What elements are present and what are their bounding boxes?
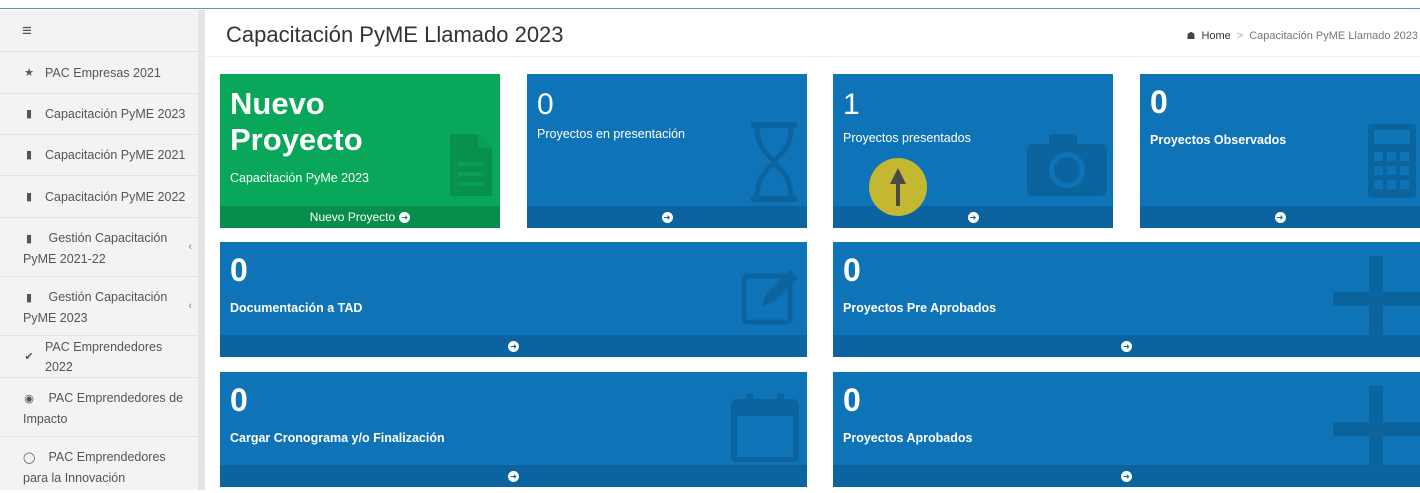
box-count: 0 bbox=[537, 88, 554, 121]
hourglass-icon bbox=[751, 122, 797, 202]
book-icon: ▮ bbox=[25, 149, 33, 161]
new-project-footer-link[interactable]: Nuevo Proyecto ➜ bbox=[220, 206, 500, 228]
sidebar-item-emprendedores-innovacion[interactable]: ◯ PAC Emprendedores para la Innovación bbox=[0, 437, 204, 493]
sidebar: ≡ ★ PAC Empresas 2021 ▮ Capacitación PyM… bbox=[0, 10, 205, 490]
sidebar-item-label: Capacitación PyME 2022 bbox=[45, 189, 186, 204]
chevron-left-icon: ‹ bbox=[188, 241, 192, 253]
book-icon: ▮ bbox=[25, 190, 33, 203]
box-label: Proyectos presentados bbox=[843, 131, 971, 145]
arrow-circle-right-icon: ➜ bbox=[967, 211, 979, 223]
breadcrumb-current: Capacitación PyME Llamado 2023 bbox=[1249, 30, 1418, 42]
arrow-circle-right-icon: ➜ bbox=[399, 211, 411, 223]
box-count: 0 bbox=[230, 382, 248, 418]
top-border bbox=[0, 0, 1420, 9]
projects-approved-box[interactable]: 0 Proyectos Aprobados ➜ bbox=[833, 372, 1420, 487]
sidebar-item-label: PAC Emprendedores 2022 bbox=[45, 339, 163, 374]
schedule-upload-box[interactable]: 0 Cargar Cronograma y/o Finalización ➜ bbox=[220, 372, 807, 487]
sidebar-item-label: Capacitación PyME 2023 bbox=[45, 107, 186, 121]
arrow-circle-right-icon: ➜ bbox=[1121, 340, 1132, 352]
document-icon bbox=[450, 134, 492, 196]
breadcrumb-home[interactable]: Home bbox=[1201, 30, 1230, 42]
projects-pre-approved-box[interactable]: 0 Proyectos Pre Aprobados ➜ bbox=[833, 242, 1420, 357]
projects-in-presentation-box[interactable]: 0 Proyectos en presentación ➜ bbox=[527, 74, 807, 228]
new-project-title: Nuevo Proyecto bbox=[230, 86, 363, 157]
sidebar-item-emprendedores-impacto[interactable]: ◉ PAC Emprendedores de Impacto bbox=[0, 378, 204, 437]
sidebar-item-label: Gestión Capacitación PyME 2023 bbox=[23, 290, 168, 325]
calendar-icon bbox=[731, 394, 799, 462]
hamburger-icon[interactable]: ≡ bbox=[0, 10, 204, 52]
box-footer-link[interactable]: ➜ bbox=[527, 206, 807, 228]
lightbulb-icon: ◯ bbox=[23, 452, 36, 464]
box-footer-link[interactable]: ➜ bbox=[1140, 206, 1420, 228]
breadcrumb: ☗ Home > Capacitación PyME Llamado 2023 bbox=[1186, 30, 1418, 42]
box-count: 0 bbox=[843, 382, 861, 418]
eye-icon: ◉ bbox=[24, 393, 34, 405]
box-label: Proyectos Observados bbox=[1150, 133, 1287, 147]
box-count: 0 bbox=[230, 252, 248, 288]
arrow-circle-right-icon: ➜ bbox=[1274, 211, 1286, 223]
sidebar-item-label: PAC Empresas 2021 bbox=[45, 65, 161, 80]
calculator-icon bbox=[1368, 124, 1416, 198]
arrow-circle-right-icon: ➜ bbox=[508, 470, 519, 482]
sidebar-item-pac-empresas-2021[interactable]: ★ PAC Empresas 2021 bbox=[0, 52, 204, 94]
sidebar-item-label: PAC Emprendedores para la Innovación bbox=[23, 450, 166, 485]
sidebar-item-capacitacion-2023[interactable]: ▮ Capacitación PyME 2023 bbox=[0, 94, 204, 135]
arrow-circle-right-icon: ➜ bbox=[1121, 470, 1132, 482]
chevron-left-icon: ‹ bbox=[188, 300, 192, 312]
breadcrumb-separator: > bbox=[1236, 30, 1244, 42]
box-label: Cargar Cronograma y/o Finalización bbox=[230, 431, 445, 445]
box-footer-link[interactable]: ➜ bbox=[833, 465, 1420, 487]
box-label: Proyectos Pre Aprobados bbox=[843, 301, 997, 315]
sidebar-item-label: PAC Emprendedores de Impacto bbox=[23, 391, 184, 426]
box-footer-link[interactable]: ➜ bbox=[220, 465, 807, 487]
sidebar-item-gestion-2021-22[interactable]: ▮ Gestión Capacitación PyME 2021-22 ‹ bbox=[0, 218, 204, 277]
check-circle-icon: ✔ bbox=[24, 350, 34, 363]
sidebar-scrollbar[interactable] bbox=[198, 10, 205, 490]
camera-icon bbox=[1027, 134, 1107, 196]
box-count: 0 bbox=[1150, 84, 1168, 120]
header-divider bbox=[206, 56, 1420, 57]
sidebar-item-capacitacion-2022[interactable]: ▮ Capacitación PyME 2022 bbox=[0, 176, 204, 218]
home-icon: ☗ bbox=[1186, 30, 1196, 42]
sidebar-item-capacitacion-2021[interactable]: ▮ Capacitación PyME 2021 bbox=[0, 135, 204, 176]
book-icon: ▮ bbox=[25, 108, 33, 120]
box-label: Proyectos en presentación bbox=[537, 127, 686, 141]
sidebar-item-emprendedores-2022[interactable]: ✔ PAC Emprendedores 2022 bbox=[0, 336, 204, 378]
arrow-circle-right-icon: ➜ bbox=[508, 340, 519, 352]
arrow-circle-right-icon: ➜ bbox=[661, 211, 673, 223]
plus-icon bbox=[1333, 256, 1420, 342]
box-label: Documentación a TAD bbox=[230, 301, 363, 315]
sidebar-item-label: Capacitación PyME 2021 bbox=[45, 148, 186, 162]
box-count: 1 bbox=[843, 88, 860, 121]
box-footer-link[interactable]: ➜ bbox=[833, 335, 1420, 357]
new-project-box[interactable]: Nuevo Proyecto Capacitación PyMe 2023 Nu… bbox=[220, 74, 500, 228]
projects-observed-box[interactable]: 0 Proyectos Observados ➜ bbox=[1140, 74, 1420, 228]
tad-documentation-box[interactable]: 0 Documentación a TAD ➜ bbox=[220, 242, 807, 357]
box-count: 0 bbox=[843, 252, 861, 288]
book-icon: ▮ bbox=[25, 233, 33, 245]
star-icon: ★ bbox=[24, 66, 34, 79]
sidebar-item-gestion-2023[interactable]: ▮ Gestión Capacitación PyME 2023 ‹ bbox=[0, 277, 204, 336]
box-footer-link[interactable]: ➜ bbox=[220, 335, 807, 357]
cursor-highlight bbox=[869, 158, 927, 216]
box-label: Proyectos Aprobados bbox=[843, 431, 973, 445]
arrow-up-icon bbox=[890, 168, 906, 206]
sidebar-item-label: Gestión Capacitación PyME 2021-22 bbox=[23, 231, 168, 266]
new-project-footer-label: Nuevo Proyecto bbox=[309, 210, 396, 224]
book-icon: ▮ bbox=[25, 292, 33, 304]
plus-icon bbox=[1333, 386, 1420, 472]
edit-icon bbox=[741, 270, 798, 325]
new-project-subtitle: Capacitación PyMe 2023 bbox=[230, 171, 369, 185]
page-title: Capacitación PyME Llamado 2023 bbox=[226, 22, 564, 47]
